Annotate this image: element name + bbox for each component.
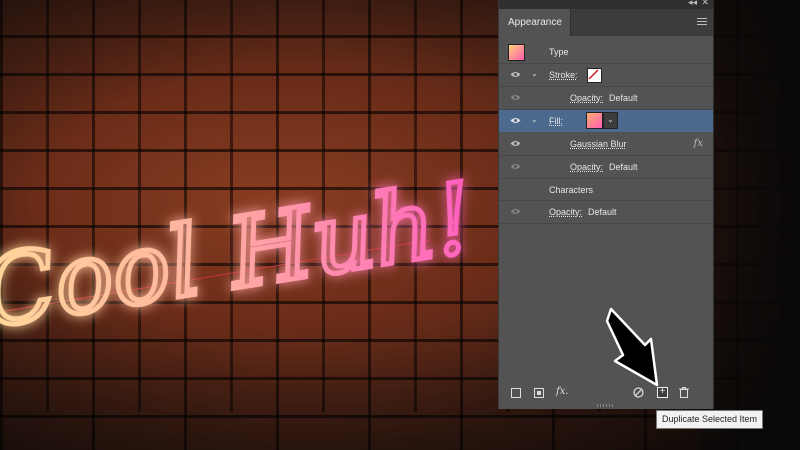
row-stroke-opacity[interactable]: Opacity: Default [499,87,713,109]
fill-visibility-eye-icon[interactable] [510,117,521,124]
char-opacity-visibility-eye-icon[interactable] [510,208,521,215]
add-new-fill-icon[interactable] [534,388,544,398]
fill-opacity-value: Default [609,162,638,172]
stroke-label[interactable]: Stroke: [549,70,578,80]
add-new-effect-fx-icon[interactable]: fx. [556,386,569,398]
type-label: Type [549,47,569,57]
stroke-none-swatch-icon[interactable] [587,68,602,83]
effect-fx-icon[interactable]: fx [694,138,703,149]
panel-tab-row: Appearance [499,9,713,36]
stroke-opacity-visibility-eye-icon[interactable] [510,94,521,101]
characters-label: Characters [549,185,594,195]
collapse-panel-icon[interactable]: ◂◂ [688,0,697,8]
stroke-expand-chevron-icon[interactable]: ⌄ [531,70,539,78]
neon-text: Cool Huh! [0,162,481,350]
fill-expand-chevron-icon[interactable]: ⌄ [531,116,539,124]
panel-resize-grip[interactable] [597,404,615,407]
fill-swatch-dropdown-chevron-icon[interactable]: ⌄ [603,112,618,129]
row-fill-opacity[interactable]: Opacity: Default [499,156,713,178]
char-opacity-value: Default [588,207,617,217]
row-fill-selected[interactable]: ⌄ Fill: ⌄ [499,110,713,132]
panel-menu-icon[interactable] [697,18,707,26]
dark-right-edge [700,0,800,450]
stroke-opacity-label[interactable]: Opacity: [570,93,603,103]
fill-label[interactable]: Fill: [549,116,563,126]
row-gaussian-blur[interactable]: Gaussian Blur fx [499,133,713,155]
row-stroke[interactable]: ⌄ Stroke: [499,64,713,86]
delete-selected-item-trash-icon[interactable] [679,387,689,399]
stroke-visibility-eye-icon[interactable] [510,71,521,78]
tab-appearance[interactable]: Appearance [499,9,571,36]
gaussian-blur-label[interactable]: Gaussian Blur [570,139,627,149]
row-type[interactable]: Type [499,41,713,63]
close-panel-icon[interactable]: ✕ [701,0,709,8]
row-character-opacity[interactable]: Opacity: Default [499,201,713,223]
arrow-pointer-icon [605,305,665,390]
add-new-stroke-icon[interactable] [511,388,521,398]
fill-opacity-label[interactable]: Opacity: [570,162,603,172]
tooltip-duplicate-selected-item: Duplicate Selected Item [656,410,764,429]
divider [499,223,713,224]
blur-visibility-eye-icon[interactable] [510,140,521,147]
panel-top-bar: ◂◂ ✕ [499,0,713,9]
fill-opacity-visibility-eye-icon[interactable] [510,163,521,170]
neon-text-artwork[interactable]: Cool Huh! [0,140,520,352]
row-characters[interactable]: Characters [499,179,713,201]
char-opacity-label[interactable]: Opacity: [549,207,582,217]
fill-gradient-swatch[interactable] [586,112,603,129]
stroke-opacity-value: Default [609,93,638,103]
